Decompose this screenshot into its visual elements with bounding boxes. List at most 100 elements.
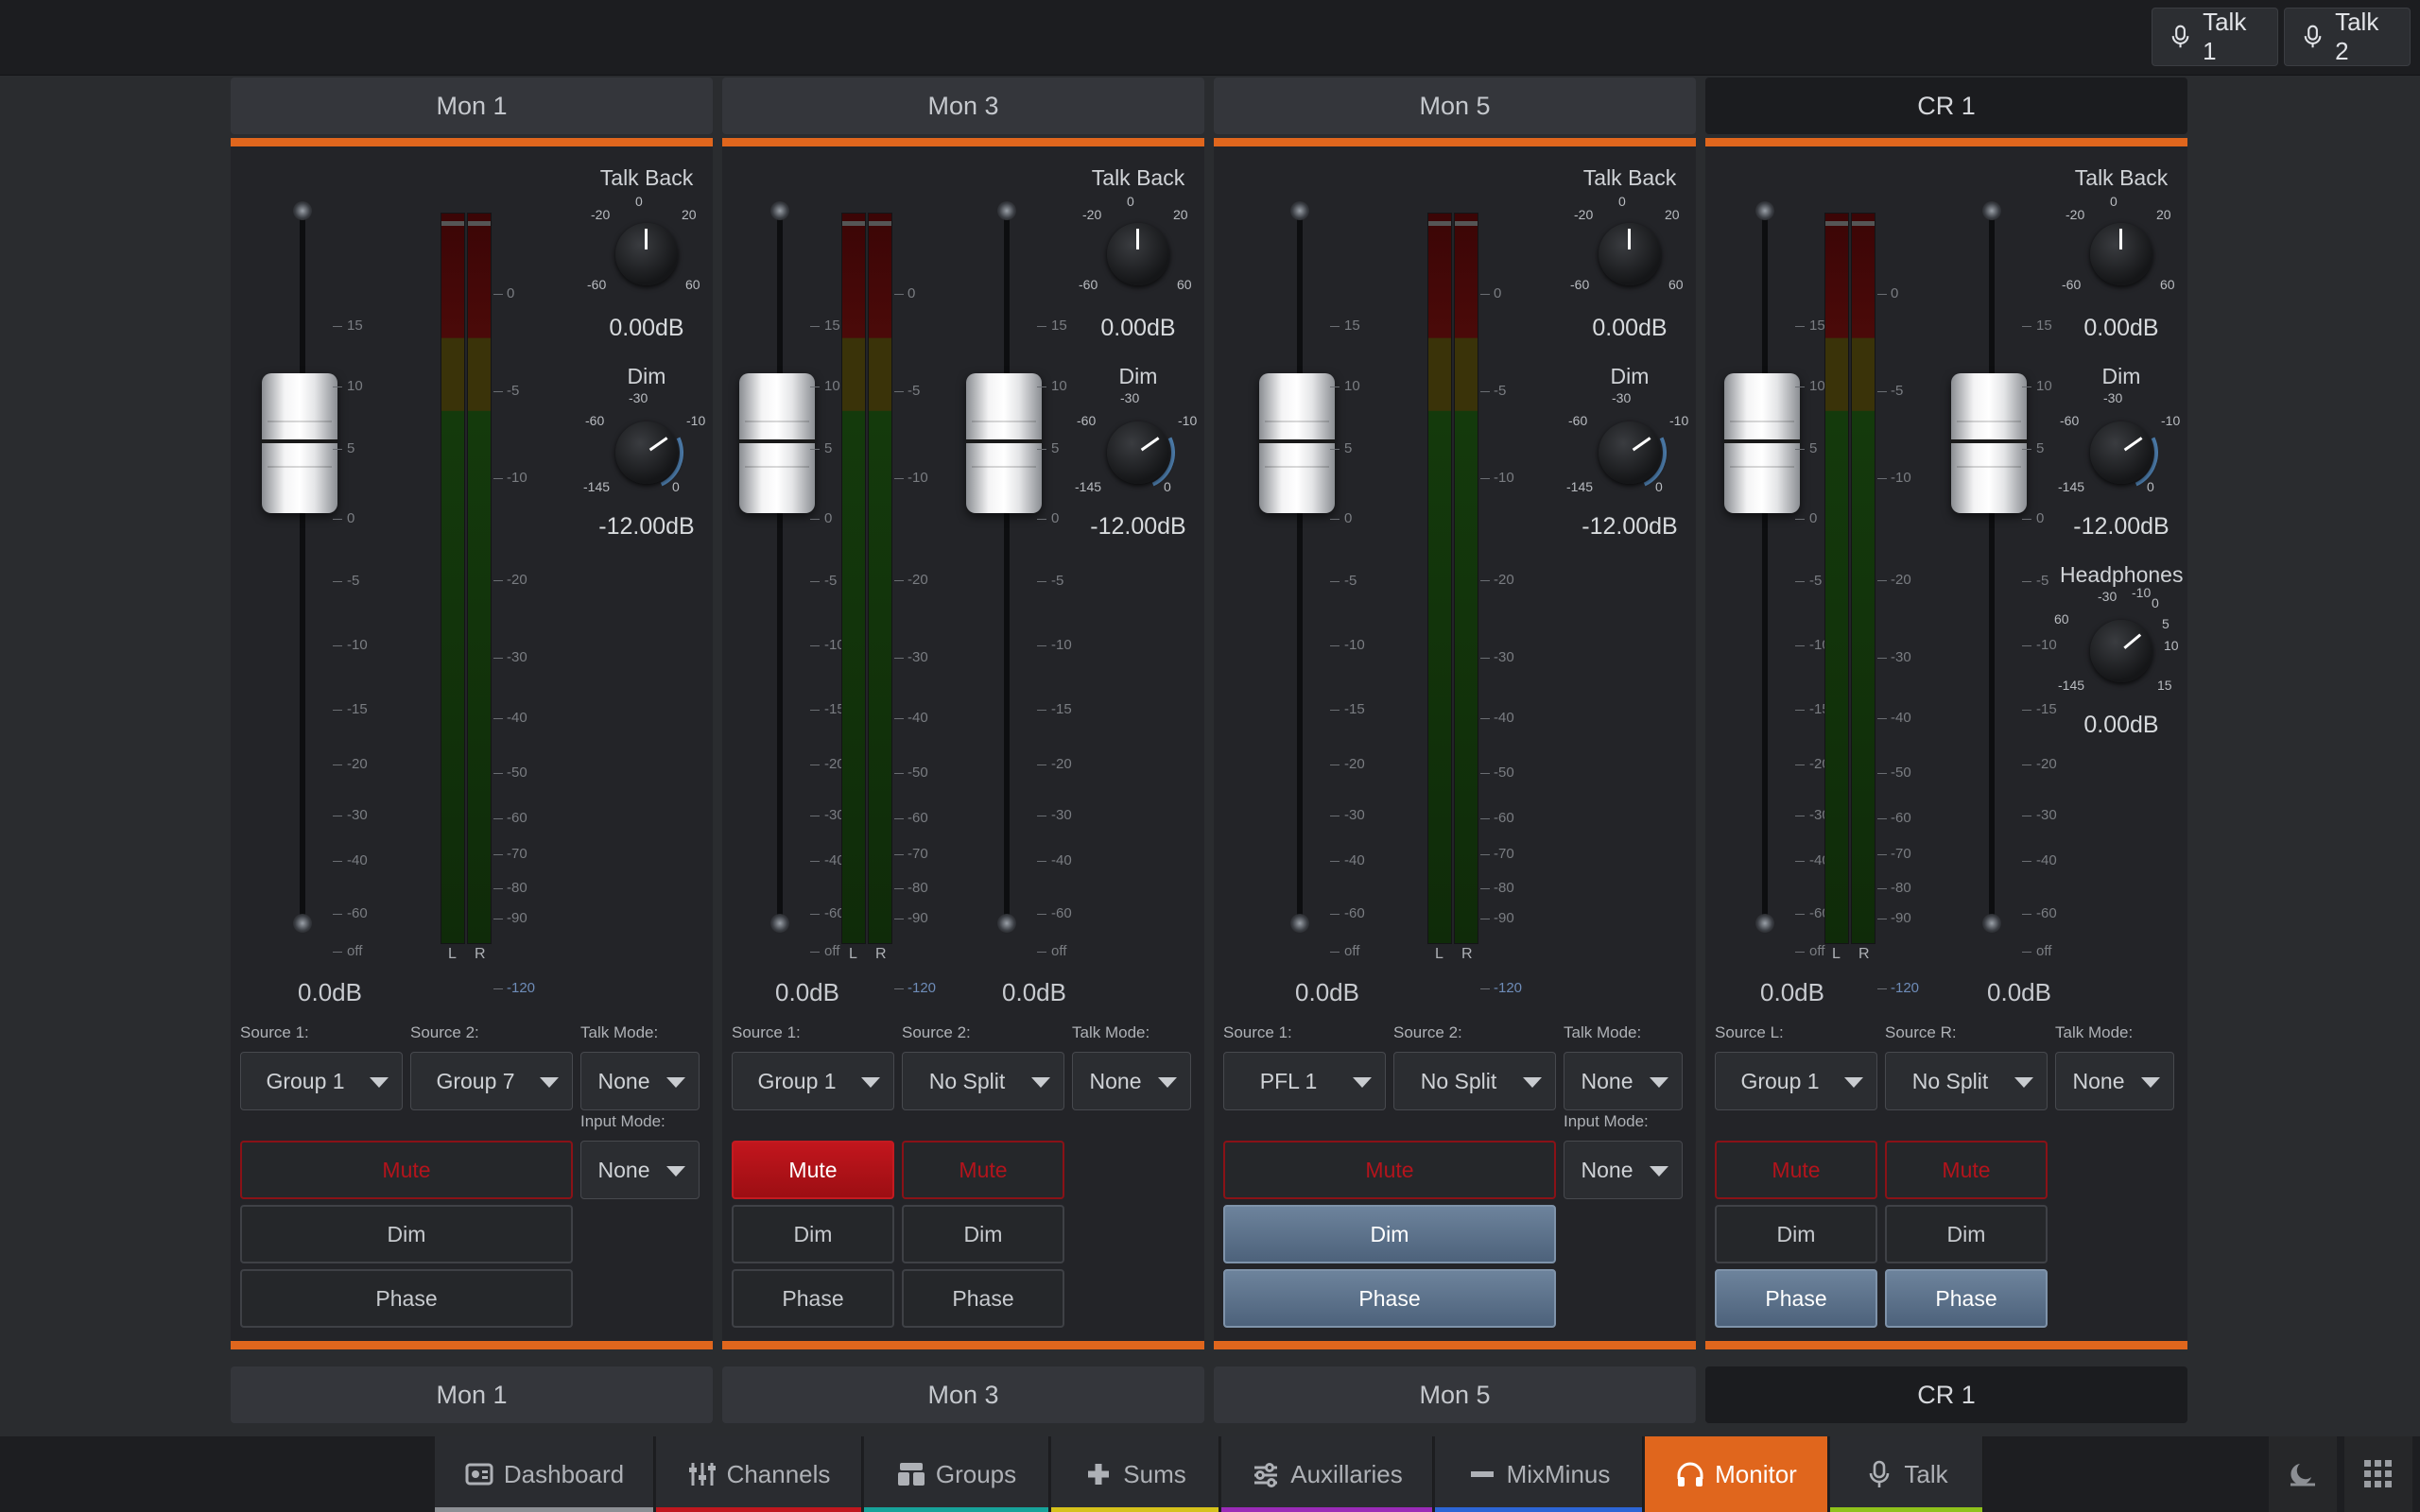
fader-scale-tick: 0 [2022,510,2044,526]
meter-scale-tick: -80 [493,880,527,896]
fader-knob[interactable] [966,373,1042,513]
talkback-knob[interactable] [1107,223,1169,285]
nav-tab-talk[interactable]: Talk [1830,1436,1983,1512]
auxillaries-icon [1254,1463,1278,1487]
nav-tab-groups[interactable]: Groups [864,1436,1049,1512]
fader-scale-tick: -40 [333,852,368,868]
meter-scale-tick: -80 [894,880,928,896]
phase-button[interactable]: Phase [1885,1269,2048,1328]
dim-knob[interactable] [1599,421,1661,484]
nav-tab-monitor[interactable]: Monitor [1645,1436,1828,1512]
fader-scale-tick: -5 [1037,573,1063,589]
nav-tab-dashboard[interactable]: Dashboard [435,1436,654,1512]
mute-button[interactable]: Mute [902,1141,1064,1199]
phase-button[interactable]: Phase [902,1269,1064,1328]
fader-scale-tick: 10 [333,378,363,394]
fader-scale-tick: -30 [1037,807,1072,823]
meter-scale-tick: -30 [1480,649,1514,665]
talkback-knob[interactable] [615,223,678,285]
fader-knob[interactable] [739,373,815,513]
dim-knob[interactable] [1107,421,1169,484]
knob-scale-label: -10 [2161,413,2181,428]
fader-knob[interactable] [1259,373,1335,513]
mute-button[interactable]: Mute [1715,1141,1877,1199]
source-select[interactable]: Group 7 [410,1052,573,1110]
night-mode-icon [2290,1464,2315,1486]
headphones-icon [1677,1462,1703,1486]
mute-button[interactable]: Mute [1223,1141,1556,1199]
source-select[interactable]: None [580,1052,700,1110]
dim-button[interactable]: Dim [732,1205,894,1263]
meter-scale-tick: -10 [1480,470,1514,486]
volume-fader[interactable] [689,198,831,944]
source-select[interactable]: None [1564,1052,1683,1110]
nav-tab-sums[interactable]: Sums [1051,1436,1219,1512]
talkback-knob[interactable] [2090,223,2152,285]
knob-indicator [648,437,668,452]
source-select[interactable]: Group 1 [240,1052,403,1110]
mute-button[interactable]: Mute [240,1141,573,1199]
volume-fader[interactable] [212,198,354,944]
volume-fader[interactable] [1674,198,1816,944]
talk-2-button[interactable]: Talk 2 [2284,8,2411,66]
dim-button[interactable]: Dim [902,1205,1064,1263]
night-mode-button[interactable] [2269,1436,2337,1512]
volume-fader[interactable] [1209,198,1351,944]
nav-tab-channels[interactable]: Channels [656,1436,862,1512]
phase-button[interactable]: Phase [1223,1269,1556,1328]
headphones-knob[interactable] [2090,620,2152,682]
strip-body: 15 10 5 0 -5 -10 -15 -20 -30 -40 -60 off 0.0dB L R 0 -5-… [231,138,713,1349]
phase-button[interactable]: Phase [240,1269,573,1328]
meter-scale-tick: -20 [1877,572,1911,588]
knob-scale-label: -30 [2098,589,2118,604]
fader-scale-tick: 15 [2022,318,2052,334]
source-select[interactable]: No Split [1885,1052,2048,1110]
source-select[interactable]: No Split [902,1052,1064,1110]
fader-scale-tick: off [333,943,362,959]
knob-indicator [2123,633,2142,649]
fader-knob[interactable] [1951,373,2027,513]
knob-scale-label: -60 [585,413,605,428]
mute-button[interactable]: Mute [732,1141,894,1199]
source-select[interactable]: Group 1 [732,1052,894,1110]
knob-scale-label: -145 [2058,479,2085,494]
source-select[interactable]: None [2055,1052,2174,1110]
knob-scale-label: -10 [1178,413,1198,428]
dim-knob[interactable] [615,421,678,484]
strip-body: 15 10 5 0 -5 -10 -15 -20 -30 -40 -60 off 0.0dB L R 0 -5-… [1214,138,1696,1349]
source-select[interactable]: None [1072,1052,1191,1110]
meter-scale-tick: -40 [894,710,928,726]
talk-1-button[interactable]: Talk 1 [2152,8,2278,66]
fader-scale-tick: -10 [2022,637,2057,653]
phase-button[interactable]: Phase [1715,1269,1877,1328]
fader-knob[interactable] [262,373,337,513]
strip-header: Mon 1 [231,77,713,134]
nav-tab-mixminus[interactable]: MixMinus [1435,1436,1643,1512]
fader-scale-tick: -30 [810,807,845,823]
phase-button[interactable]: Phase [732,1269,894,1328]
fader-top-screw [1982,201,2001,220]
apps-grid-button[interactable] [2344,1436,2412,1512]
source-select[interactable]: No Split [1393,1052,1556,1110]
knob-scale-label: -20 [1574,207,1594,222]
talkback-knob[interactable] [1599,223,1661,285]
dim-button[interactable]: Dim [240,1205,573,1263]
dim-button[interactable]: Dim [1715,1205,1877,1263]
meter-label-left: L [849,946,857,962]
meter-scale-tick: -70 [493,846,527,862]
meter-scale-tick: -90 [493,910,527,926]
fader-scale-tick: 5 [2022,440,2044,456]
dim-button[interactable]: Dim [1885,1205,2048,1263]
input-mode-select[interactable]: None [1564,1141,1683,1199]
nav-tab-auxillaries[interactable]: Auxillaries [1221,1436,1433,1512]
source-select[interactable]: PFL 1 [1223,1052,1386,1110]
dim-knob[interactable] [2090,421,2152,484]
nav-tab-label: Monitor [1715,1459,1797,1488]
dim-button[interactable]: Dim [1223,1205,1556,1263]
fader-knob[interactable] [1724,373,1800,513]
nav-tab-underline [1051,1507,1219,1512]
fader-top-screw [1755,201,1774,220]
mute-button[interactable]: Mute [1885,1141,2048,1199]
source-select[interactable]: Group 1 [1715,1052,1877,1110]
input-mode-select[interactable]: None [580,1141,700,1199]
